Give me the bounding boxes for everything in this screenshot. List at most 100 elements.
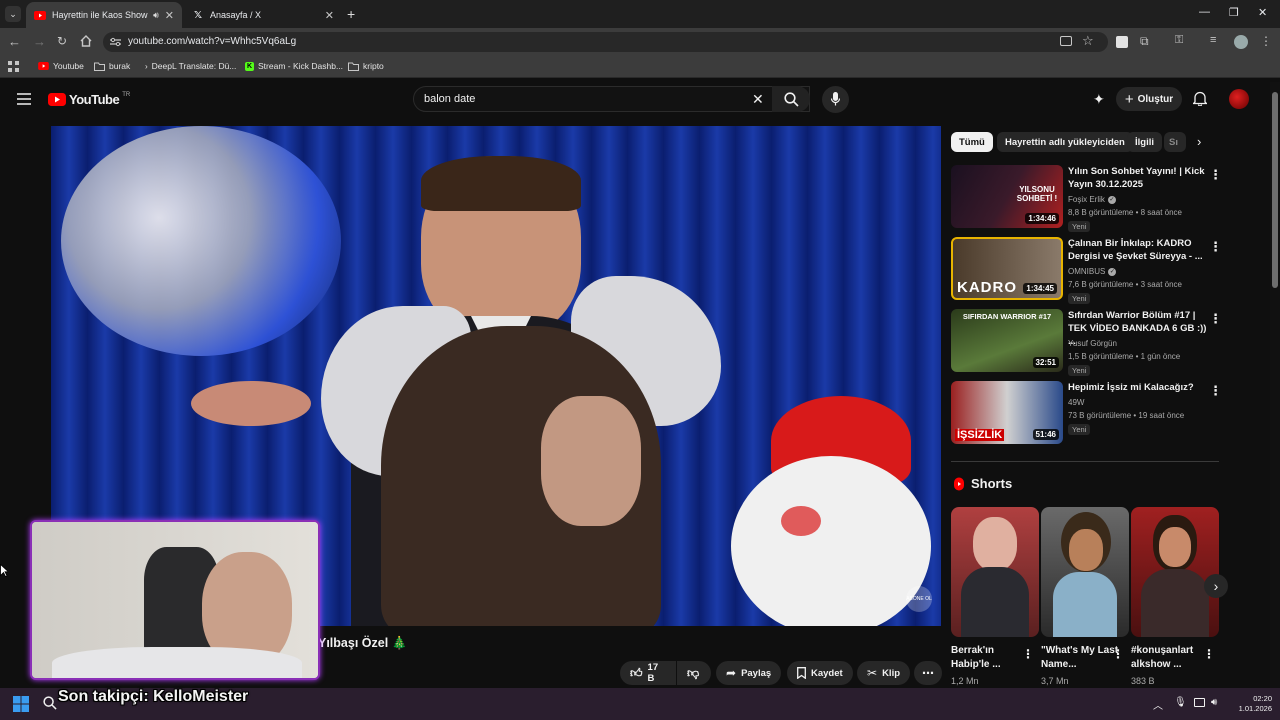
- taskbar-clock[interactable]: 02:20 1.01.2026: [1232, 694, 1272, 714]
- forward-button[interactable]: →: [33, 34, 46, 49]
- more-actions-button[interactable]: ⋯: [914, 661, 942, 685]
- channel-name[interactable]: Foşix Erlik ✓: [1068, 195, 1116, 204]
- speaker-icon[interactable]: 🔊︎: [153, 10, 159, 21]
- chip-all[interactable]: Tümü: [951, 132, 993, 152]
- chip-related[interactable]: İlgili: [1127, 132, 1162, 152]
- video-title[interactable]: Çalınan Bir İnkılap: KADRO Dergisi ve Şe…: [1068, 237, 1208, 263]
- browser-tab[interactable]: 𝕏 Anasayfa / X ✕: [184, 2, 342, 28]
- thumbs-down-icon: 👎︎: [687, 665, 700, 680]
- more-options-icon[interactable]: ⋮: [1209, 311, 1222, 327]
- short-thumbnail[interactable]: [1041, 507, 1129, 637]
- bookmark-deepl[interactable]: › DeepL Translate: Dü...: [145, 61, 236, 71]
- chip-from-uploader[interactable]: Hayrettin adlı yükleyiciden: [997, 132, 1133, 152]
- url-text[interactable]: youtube.com/watch?v=Whhc5Vq6aLg: [128, 36, 296, 47]
- password-key-icon[interactable]: ⚿: [1175, 34, 1183, 47]
- install-app-icon[interactable]: [1060, 36, 1072, 46]
- recommended-video[interactable]: KADRO 1:34:45 Çalınan Bir İnkılap: KADRO…: [951, 237, 1222, 304]
- short-title[interactable]: Berrak'ın Habip'le ...: [951, 644, 1031, 672]
- more-options-icon[interactable]: ⋮: [1209, 383, 1222, 399]
- back-button[interactable]: ←: [8, 34, 21, 49]
- profile-avatar[interactable]: [1234, 35, 1248, 49]
- more-options-icon[interactable]: ⋮: [1209, 239, 1222, 255]
- bookmark-kripto[interactable]: kripto: [348, 61, 384, 71]
- bookmark-youtube[interactable]: Youtube: [38, 61, 84, 71]
- search-button[interactable]: [772, 86, 810, 112]
- clear-search-icon[interactable]: ✕: [752, 91, 764, 108]
- browser-tab-active[interactable]: Hayrettin ile Kaos Show - 2 🔊︎ ✕: [26, 2, 182, 28]
- short-title[interactable]: "What's My Last Name...: [1041, 644, 1121, 672]
- more-options-icon[interactable]: ⋮: [1022, 647, 1034, 661]
- bookmark-burak[interactable]: burak: [94, 61, 130, 71]
- like-button[interactable]: 👍︎ 17 B: [620, 661, 676, 685]
- restore-button[interactable]: ❐: [1229, 6, 1239, 19]
- new-badge: Yeni: [1068, 424, 1091, 435]
- more-options-icon[interactable]: ⋮: [1209, 167, 1222, 183]
- streamer-shirt: [52, 647, 302, 678]
- share-button[interactable]: ➦ Paylaş: [716, 661, 782, 685]
- tray-chevron-icon[interactable]: ︿: [1153, 697, 1163, 712]
- home-button[interactable]: [80, 35, 92, 47]
- video-title[interactable]: Yılın Son Sohbet Yayını! | Kick Yayın 30…: [1068, 165, 1208, 191]
- short-thumbnail[interactable]: [951, 507, 1039, 637]
- site-info-icon[interactable]: [110, 37, 121, 47]
- apps-grid-icon[interactable]: [8, 61, 19, 72]
- more-options-icon[interactable]: ⋮: [1112, 647, 1124, 661]
- short-title[interactable]: #konuşanlart alkshow ...: [1131, 644, 1211, 672]
- gemini-sparkle-icon[interactable]: ✦: [1093, 91, 1105, 108]
- bookmark-star-icon[interactable]: ☆: [1082, 33, 1094, 49]
- voice-search-button[interactable]: [822, 86, 849, 113]
- recommended-video[interactable]: İŞSİZLİK 51:46 Hepimiz İşsiz mi Kalacağı…: [951, 381, 1222, 445]
- channel-name[interactable]: Yusuf Görgün: [1068, 339, 1117, 348]
- taskbar-search-icon[interactable]: [43, 696, 57, 710]
- video-thumbnail[interactable]: YILSONU SOHBETİ ! 1:34:46: [951, 165, 1063, 228]
- close-tab-icon[interactable]: ✕: [165, 9, 174, 22]
- video-thumbnail[interactable]: KADRO 1:34:45: [951, 237, 1063, 300]
- extensions-puzzle-icon[interactable]: ⧉: [1140, 34, 1149, 49]
- more-options-icon[interactable]: ⋮: [1203, 647, 1215, 661]
- notifications-bell-icon[interactable]: [1193, 91, 1207, 106]
- recommended-video[interactable]: SIFIRDAN WARRIOR #17 32:51 Sıfırdan Warr…: [951, 309, 1222, 376]
- share-icon: ➦: [726, 666, 737, 680]
- short-views: 1,2 Mn: [951, 676, 979, 686]
- display-tray-icon[interactable]: [1194, 698, 1205, 707]
- windows-start-icon[interactable]: [13, 696, 29, 712]
- tab-search-button[interactable]: ⌄: [5, 6, 21, 22]
- microphone-icon: [831, 92, 840, 107]
- extension-icon[interactable]: [1116, 36, 1128, 48]
- channel-label: 49W: [1068, 398, 1085, 407]
- save-button[interactable]: Kaydet: [787, 661, 853, 685]
- shorts-next-button[interactable]: ›: [1204, 574, 1228, 598]
- clip-button[interactable]: ✂ Klip: [857, 661, 911, 685]
- scrollbar-thumb[interactable]: [1272, 92, 1278, 288]
- chips-next-icon[interactable]: ›: [1197, 134, 1201, 149]
- minimize-button[interactable]: —: [1199, 6, 1210, 18]
- browser-menu-icon[interactable]: ⋮: [1260, 34, 1272, 48]
- short-thumbnail[interactable]: [1131, 507, 1219, 637]
- new-tab-button[interactable]: +: [347, 6, 355, 22]
- create-button[interactable]: + Oluştur: [1116, 87, 1182, 111]
- channel-name[interactable]: OMNIBUS ✓: [1068, 267, 1117, 276]
- video-title[interactable]: Hepimiz İşsiz mi Kalacağız?: [1068, 381, 1208, 394]
- bookmark-icon: [797, 667, 806, 679]
- close-window-button[interactable]: ✕: [1258, 6, 1267, 19]
- channel-name[interactable]: 49W: [1068, 398, 1084, 407]
- media-control-icon[interactable]: ≡: [1210, 34, 1216, 46]
- mouse-cursor: [0, 564, 8, 577]
- hamburger-menu-icon[interactable]: [17, 93, 31, 105]
- verified-icon: ✓: [1108, 267, 1117, 276]
- dislike-button[interactable]: 👎︎: [677, 661, 711, 685]
- recommended-video[interactable]: YILSONU SOHBETİ ! 1:34:46 Yılın Son Sohb…: [951, 165, 1222, 232]
- bookmark-kick[interactable]: K Stream - Kick Dashb...: [245, 61, 343, 71]
- video-thumbnail[interactable]: İŞSİZLİK 51:46: [951, 381, 1063, 444]
- account-avatar[interactable]: [1229, 89, 1249, 109]
- video-thumbnail[interactable]: SIFIRDAN WARRIOR #17 32:51: [951, 309, 1063, 372]
- close-tab-icon[interactable]: ✕: [325, 9, 334, 22]
- microphone-tray-icon[interactable]: 🎙︎: [1174, 697, 1187, 708]
- youtube-logo[interactable]: YouTube TR: [48, 92, 130, 107]
- volume-tray-icon[interactable]: 🔊︎: [1211, 697, 1217, 708]
- reload-button[interactable]: ↻: [57, 34, 67, 48]
- subscribe-watermark[interactable]: ABONE OL: [906, 586, 932, 612]
- chip-partial[interactable]: Sı: [1164, 132, 1186, 152]
- video-duration: 1:34:45: [1023, 283, 1057, 294]
- search-input-value[interactable]: balon date: [424, 93, 475, 105]
